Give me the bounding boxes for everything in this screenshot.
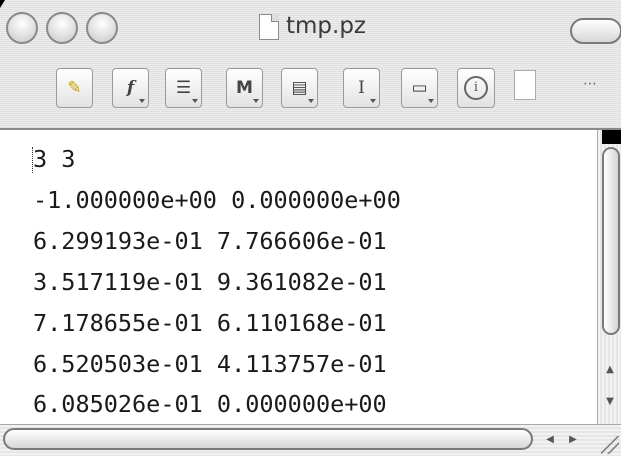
toolbar: ✎ f ☰ M ▤ I ▭ i ⋯ <box>0 50 621 128</box>
text-editor-window: tmp.pz ✎ f ☰ M ▤ I ▭ i ⋯ 3 3 -1.000000e+… <box>0 0 621 456</box>
vertical-scroll-top-cap <box>602 130 621 144</box>
scroll-right-arrow-icon[interactable]: ▶ <box>563 430 583 450</box>
window-title: tmp.pz <box>286 13 367 39</box>
dropdown-caret-icon <box>192 99 198 103</box>
text-line: -1.000000e+00 0.000000e+00 <box>33 186 401 214</box>
document-icon: ▤ <box>291 78 308 98</box>
document-menu-button[interactable]: ▤ <box>281 68 318 108</box>
zoom-button[interactable] <box>86 12 118 44</box>
document-proxy-icon[interactable] <box>259 14 279 40</box>
list-icon: ☰ <box>175 78 192 98</box>
minimize-button[interactable] <box>46 12 78 44</box>
toolbar-toggle-button[interactable] <box>570 18 621 44</box>
window-corner <box>0 0 5 8</box>
text-menu-button[interactable]: I <box>343 68 380 108</box>
title-bar[interactable]: tmp.pz <box>0 0 621 50</box>
folder-icon: ▭ <box>411 78 428 98</box>
info-button[interactable]: i <box>457 68 495 108</box>
text-line: 3 3 <box>33 145 76 173</box>
horizontal-scroll-thumb[interactable] <box>3 428 533 450</box>
dropdown-caret-icon <box>139 99 145 103</box>
scroll-left-arrow-icon[interactable]: ◀ <box>540 430 560 450</box>
text-area[interactable]: 3 3 -1.000000e+00 0.000000e+00 6.299193e… <box>0 130 597 424</box>
info-icon: i <box>464 76 488 100</box>
dropdown-caret-icon <box>370 99 376 103</box>
close-button[interactable] <box>6 12 38 44</box>
scroll-up-arrow-icon[interactable]: ▲ <box>600 360 620 380</box>
pencil-icon: ✎ <box>67 78 82 98</box>
dropdown-caret-icon <box>308 99 314 103</box>
pencil-button[interactable]: ✎ <box>56 68 93 108</box>
dropdown-caret-icon <box>428 99 434 103</box>
text-line: 6.520503e-01 4.113757e-01 <box>33 350 387 378</box>
dropdown-caret-icon <box>253 99 259 103</box>
text-cursor-icon: I <box>358 78 365 98</box>
blank-page-icon[interactable] <box>514 70 536 100</box>
function-icon: f <box>126 78 135 98</box>
text-line: 6.299193e-01 7.766606e-01 <box>33 227 387 255</box>
list-menu-button[interactable]: ☰ <box>165 68 202 108</box>
text-line: 6.085026e-01 0.000000e+00 <box>33 390 387 418</box>
vertical-scroll-thumb[interactable] <box>602 147 620 335</box>
resize-grip-icon[interactable] <box>601 436 619 454</box>
toolbar-overflow-icon[interactable]: ⋯ <box>583 77 598 91</box>
marker-icon: M <box>236 78 253 98</box>
text-line: 7.178655e-01 6.110168e-01 <box>33 309 387 337</box>
marker-menu-button[interactable]: M <box>226 68 263 108</box>
scroll-down-arrow-icon[interactable]: ▼ <box>600 392 620 412</box>
function-menu-button[interactable]: f <box>112 68 149 108</box>
folder-menu-button[interactable]: ▭ <box>401 68 438 108</box>
text-line: 3.517119e-01 9.361082e-01 <box>33 268 387 296</box>
